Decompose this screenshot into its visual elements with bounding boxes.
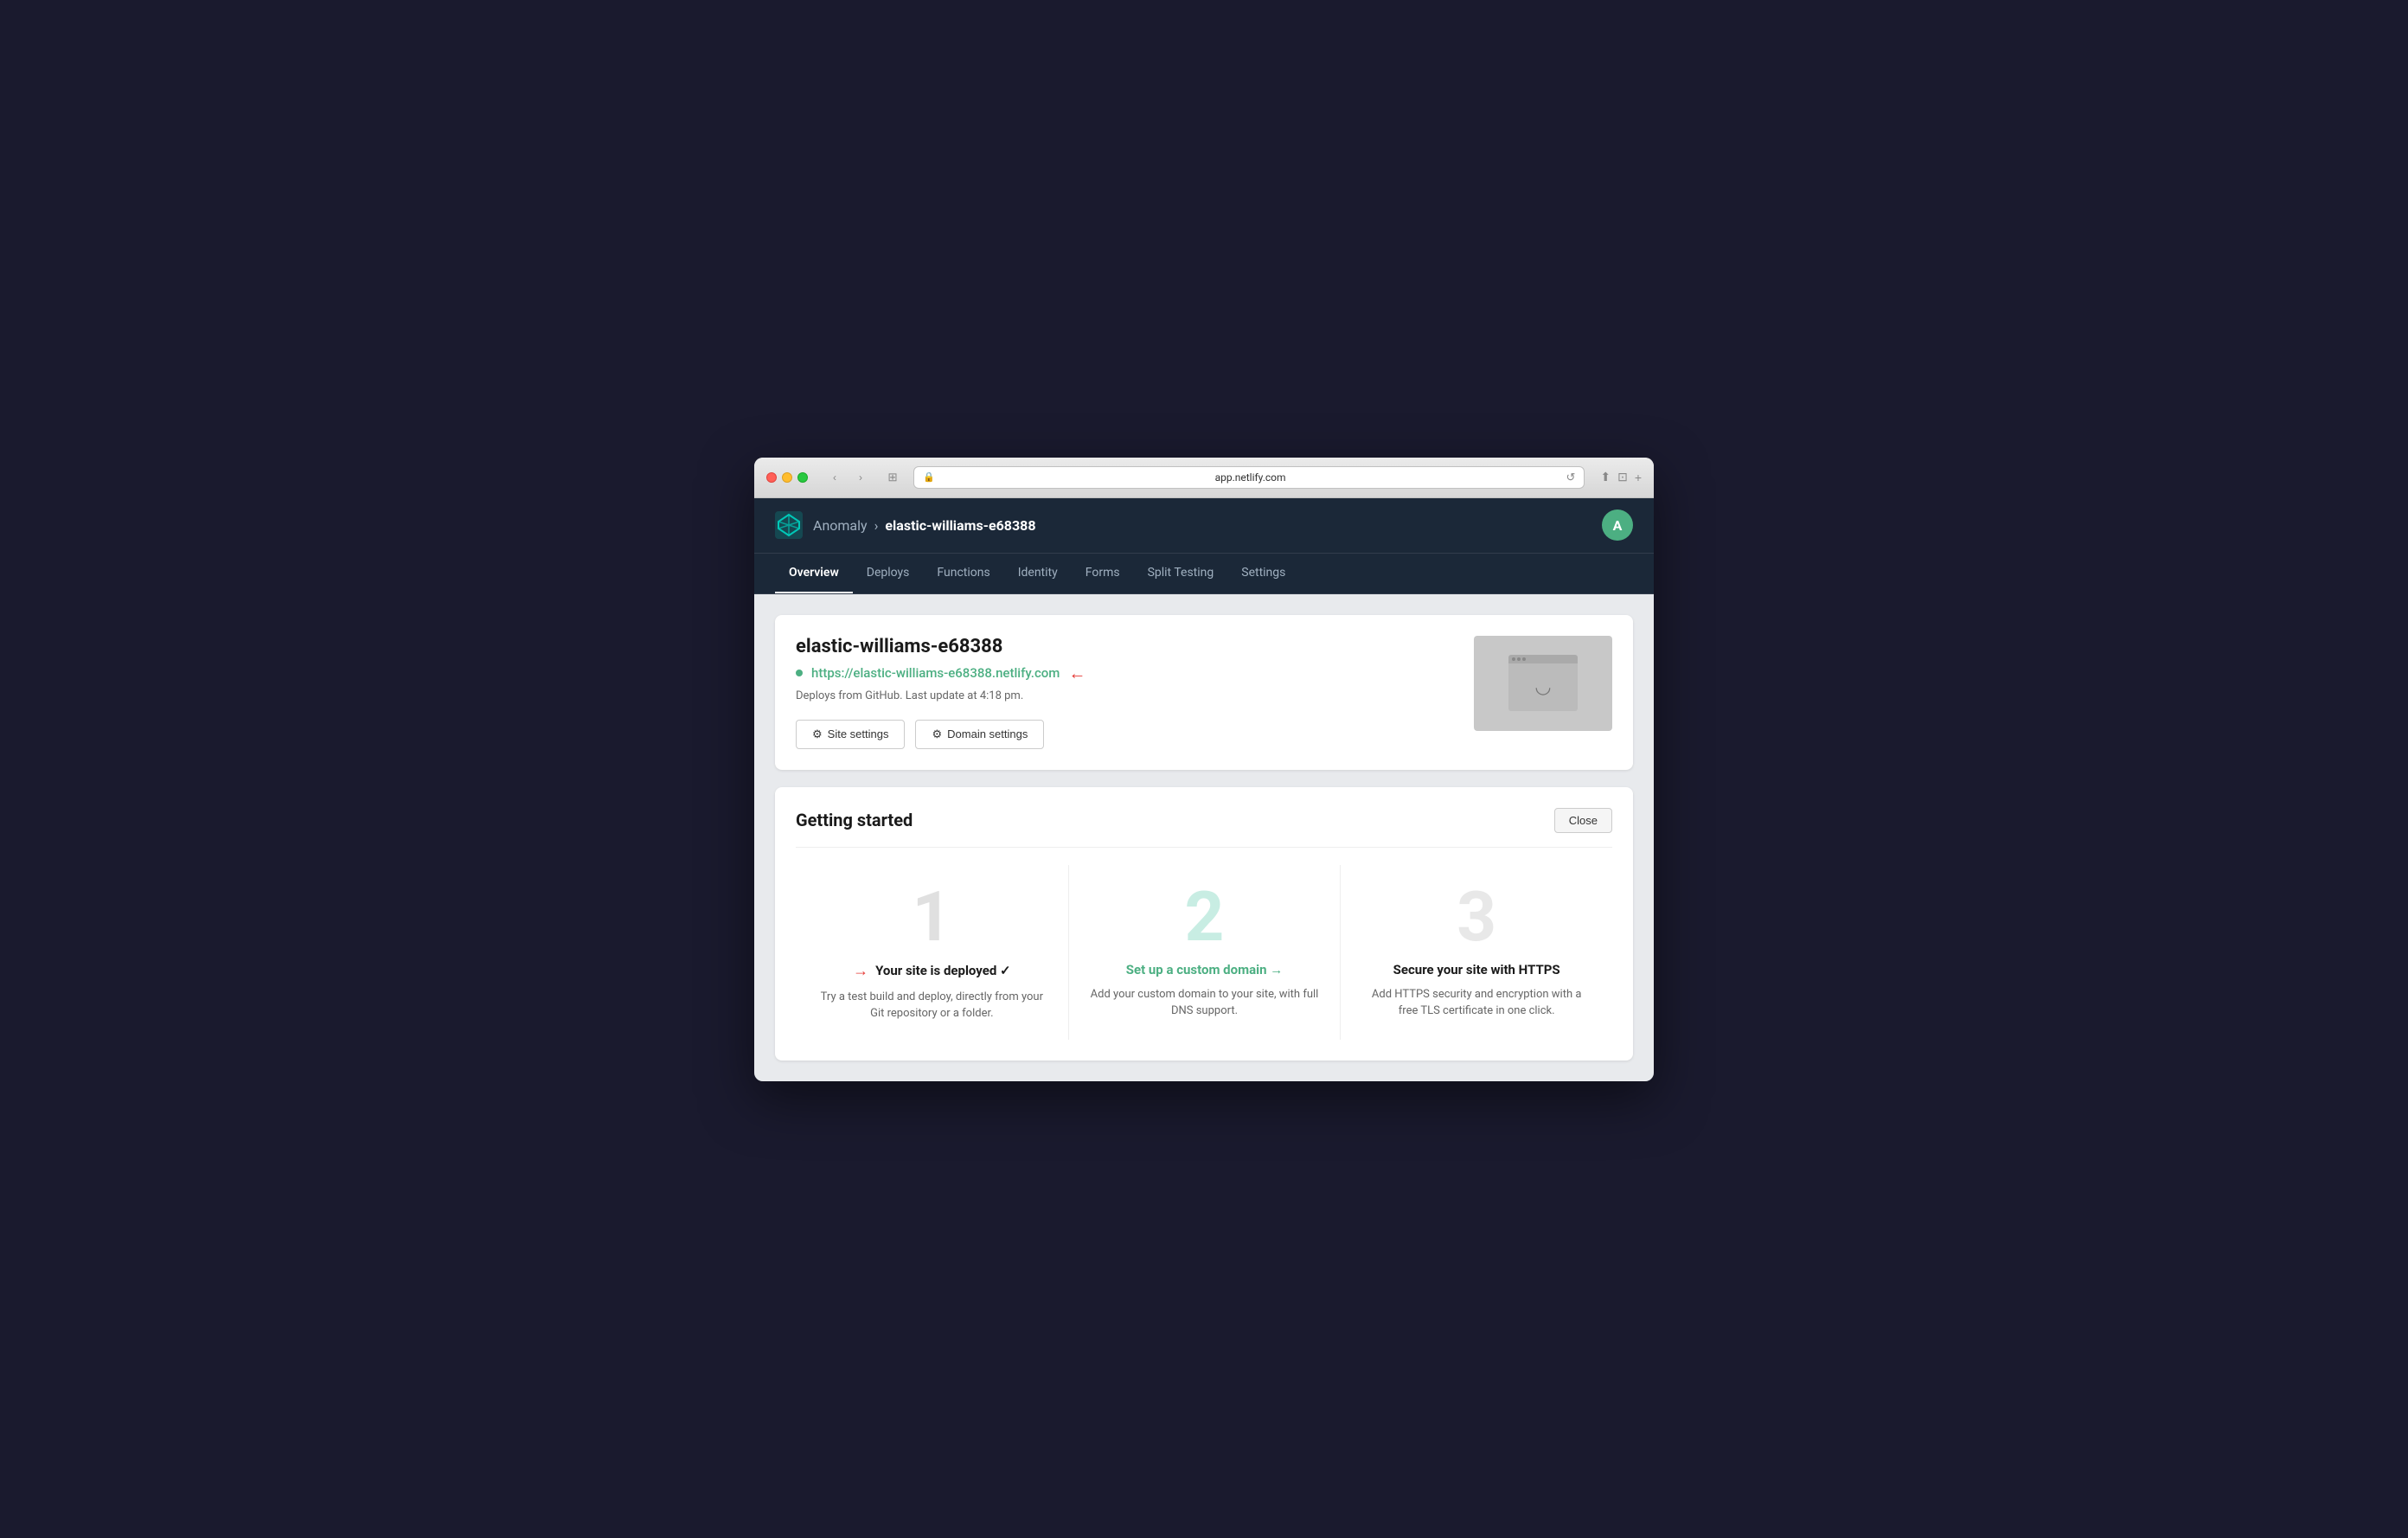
forward-button[interactable]: › <box>849 470 872 485</box>
breadcrumb: Anomaly › elastic-williams-e68388 <box>813 517 1036 534</box>
nav-item-deploys[interactable]: Deploys <box>853 554 924 593</box>
address-bar[interactable]: 🔒 app.netlify.com ↺ <box>913 466 1585 489</box>
traffic-lights <box>766 472 808 483</box>
top-nav: Anomaly › elastic-williams-e68388 A <box>754 498 1654 554</box>
app-container: Anomaly › elastic-williams-e68388 A Over… <box>754 498 1654 1081</box>
site-card: elastic-williams-e68388 https://elastic-… <box>775 615 1633 770</box>
nav-buttons: ‹ › <box>823 470 872 485</box>
reload-button[interactable]: ↺ <box>1566 471 1575 484</box>
nav-item-forms[interactable]: Forms <box>1072 554 1134 593</box>
step-1-desc: Try a test build and deploy, directly fr… <box>817 989 1047 1022</box>
step-3-number: 3 <box>1361 882 1591 952</box>
site-settings-button[interactable]: ⚙ Site settings <box>796 720 905 749</box>
sub-nav: Overview Deploys Functions Identity Form… <box>754 554 1654 594</box>
preview-smile-icon: ◡ <box>1534 676 1551 698</box>
nav-left: Anomaly › elastic-williams-e68388 <box>775 511 1036 539</box>
netlify-logo-icon <box>775 511 803 539</box>
fullscreen-button[interactable]: ⊡ <box>1617 470 1628 484</box>
nav-item-functions[interactable]: Functions <box>923 554 1003 593</box>
share-button[interactable]: ⬆ <box>1600 470 1611 484</box>
site-status-dot <box>796 670 803 676</box>
preview-browser-body: ◡ <box>1508 663 1578 711</box>
site-settings-label: Site settings <box>828 727 889 740</box>
site-card-left: elastic-williams-e68388 https://elastic-… <box>796 636 1457 749</box>
step-1-number: 1 <box>817 882 1047 952</box>
steps-grid: 1 → Your site is deployed ✓ Try a test b… <box>796 865 1612 1040</box>
step-1-arrow: → <box>853 962 868 980</box>
address-text: app.netlify.com <box>940 471 1561 484</box>
step-1-title: Your site is deployed ✓ <box>875 963 1011 978</box>
preview-browser-top <box>1508 655 1578 663</box>
step-1-title-row: → Your site is deployed ✓ <box>817 962 1047 980</box>
gear-icon: ⚙ <box>812 727 823 741</box>
step-2-title[interactable]: Set up a custom domain → <box>1126 962 1284 977</box>
browser-window: ‹ › ⊞ 🔒 app.netlify.com ↺ ⬆ ⊡ + <box>754 458 1654 1081</box>
site-url-row: https://elastic-williams-e68388.netlify.… <box>796 663 1457 684</box>
close-getting-started-button[interactable]: Close <box>1554 808 1612 833</box>
site-card-title: elastic-williams-e68388 <box>796 636 1457 657</box>
preview-dot-1 <box>1512 657 1515 661</box>
site-name[interactable]: elastic-williams-e68388 <box>885 517 1035 534</box>
domain-settings-button[interactable]: ⚙ Domain settings <box>915 720 1044 749</box>
breadcrumb-sep: › <box>874 517 879 534</box>
step-2-title-row: Set up a custom domain → <box>1090 962 1320 977</box>
getting-started-card: Getting started Close 1 → Your site is d… <box>775 787 1633 1061</box>
tab-button[interactable]: ⊞ <box>881 469 905 486</box>
preview-browser-icon: ◡ <box>1508 655 1578 711</box>
step-2-desc: Add your custom domain to your site, wit… <box>1090 986 1320 1020</box>
back-button[interactable]: ‹ <box>823 470 846 485</box>
step-2-number: 2 <box>1090 882 1320 952</box>
domain-settings-label: Domain settings <box>947 727 1028 740</box>
nav-item-identity[interactable]: Identity <box>1004 554 1072 593</box>
domain-gear-icon: ⚙ <box>932 727 942 741</box>
lock-icon: 🔒 <box>923 471 935 483</box>
site-meta: Deploys from GitHub. Last update at 4:18… <box>796 689 1457 702</box>
maximize-button[interactable] <box>797 472 808 483</box>
getting-started-header: Getting started Close <box>796 808 1612 848</box>
url-arrow-indicator: ← <box>1068 663 1086 684</box>
main-content: elastic-williams-e68388 https://elastic-… <box>754 594 1654 1081</box>
nav-item-overview[interactable]: Overview <box>775 554 853 593</box>
site-actions: ⚙ Site settings ⚙ Domain settings <box>796 720 1457 749</box>
browser-titlebar: ‹ › ⊞ 🔒 app.netlify.com ↺ ⬆ ⊡ + <box>754 458 1654 498</box>
org-name[interactable]: Anomaly <box>813 517 868 534</box>
close-button[interactable] <box>766 472 777 483</box>
step-3: 3 Secure your site with HTTPS Add HTTPS … <box>1340 865 1612 1040</box>
browser-actions: ⬆ ⊡ + <box>1600 470 1642 484</box>
site-preview: ◡ <box>1474 636 1612 731</box>
preview-dot-2 <box>1517 657 1521 661</box>
step-3-title-row: Secure your site with HTTPS <box>1361 962 1591 977</box>
step-3-desc: Add HTTPS security and encryption with a… <box>1361 986 1591 1020</box>
user-avatar[interactable]: A <box>1602 509 1633 541</box>
preview-dot-3 <box>1522 657 1526 661</box>
site-url-link[interactable]: https://elastic-williams-e68388.netlify.… <box>811 665 1060 681</box>
getting-started-title: Getting started <box>796 810 913 830</box>
minimize-button[interactable] <box>782 472 792 483</box>
nav-item-settings[interactable]: Settings <box>1227 554 1299 593</box>
step-1: 1 → Your site is deployed ✓ Try a test b… <box>796 865 1068 1040</box>
step-3-title: Secure your site with HTTPS <box>1393 962 1560 977</box>
step-2: 2 Set up a custom domain → Add your cust… <box>1068 865 1341 1040</box>
nav-item-split-testing[interactable]: Split Testing <box>1134 554 1228 593</box>
new-tab-button[interactable]: + <box>1635 470 1642 484</box>
